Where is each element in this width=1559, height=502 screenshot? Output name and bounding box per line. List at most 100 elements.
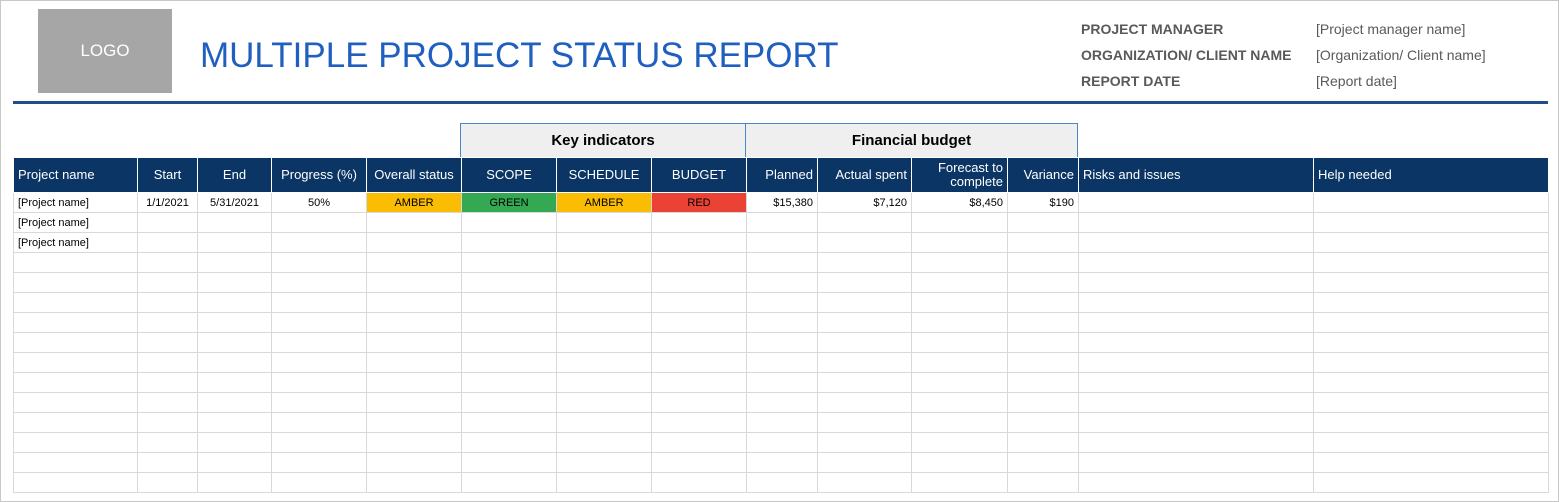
cell-start[interactable]: [137, 332, 198, 353]
cell-actual-spent[interactable]: [817, 272, 912, 293]
cell-forecast-to-complete[interactable]: [911, 432, 1008, 453]
cell-actual-spent[interactable]: [817, 332, 912, 353]
cell-actual-spent[interactable]: [817, 352, 912, 373]
cell-project-name[interactable]: [13, 252, 138, 273]
cell-variance[interactable]: [1007, 372, 1079, 393]
cell-end[interactable]: [197, 472, 272, 493]
cell-variance[interactable]: [1007, 272, 1079, 293]
cell-progress[interactable]: 50%: [271, 192, 367, 213]
cell-scope[interactable]: [461, 272, 557, 293]
cell-end[interactable]: [197, 292, 272, 313]
cell-overall-status[interactable]: [366, 332, 462, 353]
cell-schedule[interactable]: [556, 392, 652, 413]
cell-variance[interactable]: [1007, 452, 1079, 473]
cell-end[interactable]: [197, 352, 272, 373]
cell-help-needed[interactable]: [1313, 252, 1549, 273]
cell-scope[interactable]: [461, 452, 557, 473]
cell-start[interactable]: [137, 412, 198, 433]
cell-variance[interactable]: [1007, 392, 1079, 413]
cell-schedule[interactable]: AMBER: [556, 192, 652, 213]
cell-actual-spent[interactable]: [817, 292, 912, 313]
cell-forecast-to-complete[interactable]: [911, 332, 1008, 353]
cell-end[interactable]: [197, 212, 272, 233]
cell-overall-status[interactable]: AMBER: [366, 192, 462, 213]
cell-progress[interactable]: [271, 472, 367, 493]
organization-value[interactable]: [Organization/ Client name]: [1316, 47, 1486, 63]
cell-overall-status[interactable]: [366, 472, 462, 493]
cell-start[interactable]: [137, 472, 198, 493]
cell-schedule[interactable]: [556, 252, 652, 273]
cell-forecast-to-complete[interactable]: [911, 212, 1008, 233]
cell-risks-and-issues[interactable]: [1078, 232, 1314, 253]
cell-planned[interactable]: [746, 292, 818, 313]
cell-help-needed[interactable]: [1313, 192, 1549, 213]
cell-planned[interactable]: [746, 432, 818, 453]
cell-forecast-to-complete[interactable]: [911, 232, 1008, 253]
cell-start[interactable]: [137, 232, 198, 253]
cell-forecast-to-complete[interactable]: [911, 352, 1008, 373]
cell-planned[interactable]: [746, 252, 818, 273]
cell-variance[interactable]: [1007, 412, 1079, 433]
cell-start[interactable]: [137, 292, 198, 313]
cell-scope[interactable]: [461, 372, 557, 393]
cell-risks-and-issues[interactable]: [1078, 412, 1314, 433]
cell-budget[interactable]: [651, 332, 747, 353]
cell-progress[interactable]: [271, 312, 367, 333]
cell-risks-and-issues[interactable]: [1078, 332, 1314, 353]
cell-planned[interactable]: [746, 312, 818, 333]
cell-end[interactable]: [197, 392, 272, 413]
cell-variance[interactable]: [1007, 292, 1079, 313]
cell-progress[interactable]: [271, 292, 367, 313]
cell-overall-status[interactable]: [366, 392, 462, 413]
cell-overall-status[interactable]: [366, 372, 462, 393]
cell-planned[interactable]: [746, 332, 818, 353]
cell-scope[interactable]: [461, 472, 557, 493]
cell-end[interactable]: [197, 372, 272, 393]
cell-schedule[interactable]: [556, 432, 652, 453]
cell-progress[interactable]: [271, 372, 367, 393]
cell-budget[interactable]: [651, 412, 747, 433]
cell-actual-spent[interactable]: [817, 372, 912, 393]
cell-schedule[interactable]: [556, 372, 652, 393]
cell-project-name[interactable]: [13, 412, 138, 433]
cell-progress[interactable]: [271, 412, 367, 433]
cell-help-needed[interactable]: [1313, 432, 1549, 453]
cell-help-needed[interactable]: [1313, 352, 1549, 373]
cell-project-name[interactable]: [13, 452, 138, 473]
cell-overall-status[interactable]: [366, 212, 462, 233]
cell-overall-status[interactable]: [366, 452, 462, 473]
cell-overall-status[interactable]: [366, 272, 462, 293]
cell-variance[interactable]: [1007, 232, 1079, 253]
cell-progress[interactable]: [271, 272, 367, 293]
cell-progress[interactable]: [271, 212, 367, 233]
cell-risks-and-issues[interactable]: [1078, 452, 1314, 473]
cell-project-name[interactable]: [Project name]: [13, 212, 138, 233]
cell-variance[interactable]: $190: [1007, 192, 1079, 213]
cell-forecast-to-complete[interactable]: [911, 452, 1008, 473]
cell-scope[interactable]: [461, 252, 557, 273]
cell-variance[interactable]: [1007, 472, 1079, 493]
cell-schedule[interactable]: [556, 452, 652, 473]
cell-progress[interactable]: [271, 432, 367, 453]
cell-end[interactable]: [197, 252, 272, 273]
cell-scope[interactable]: [461, 392, 557, 413]
cell-overall-status[interactable]: [366, 352, 462, 373]
cell-budget[interactable]: [651, 232, 747, 253]
cell-forecast-to-complete[interactable]: [911, 312, 1008, 333]
cell-start[interactable]: 1/1/2021: [137, 192, 198, 213]
report-date-value[interactable]: [Report date]: [1316, 73, 1397, 89]
cell-risks-and-issues[interactable]: [1078, 292, 1314, 313]
cell-scope[interactable]: [461, 232, 557, 253]
cell-actual-spent[interactable]: [817, 392, 912, 413]
cell-schedule[interactable]: [556, 272, 652, 293]
cell-scope[interactable]: GREEN: [461, 192, 557, 213]
cell-budget[interactable]: [651, 352, 747, 373]
cell-forecast-to-complete[interactable]: [911, 472, 1008, 493]
cell-budget[interactable]: [651, 212, 747, 233]
cell-budget[interactable]: [651, 252, 747, 273]
cell-help-needed[interactable]: [1313, 232, 1549, 253]
cell-risks-and-issues[interactable]: [1078, 372, 1314, 393]
cell-planned[interactable]: [746, 412, 818, 433]
cell-actual-spent[interactable]: [817, 452, 912, 473]
cell-risks-and-issues[interactable]: [1078, 192, 1314, 213]
